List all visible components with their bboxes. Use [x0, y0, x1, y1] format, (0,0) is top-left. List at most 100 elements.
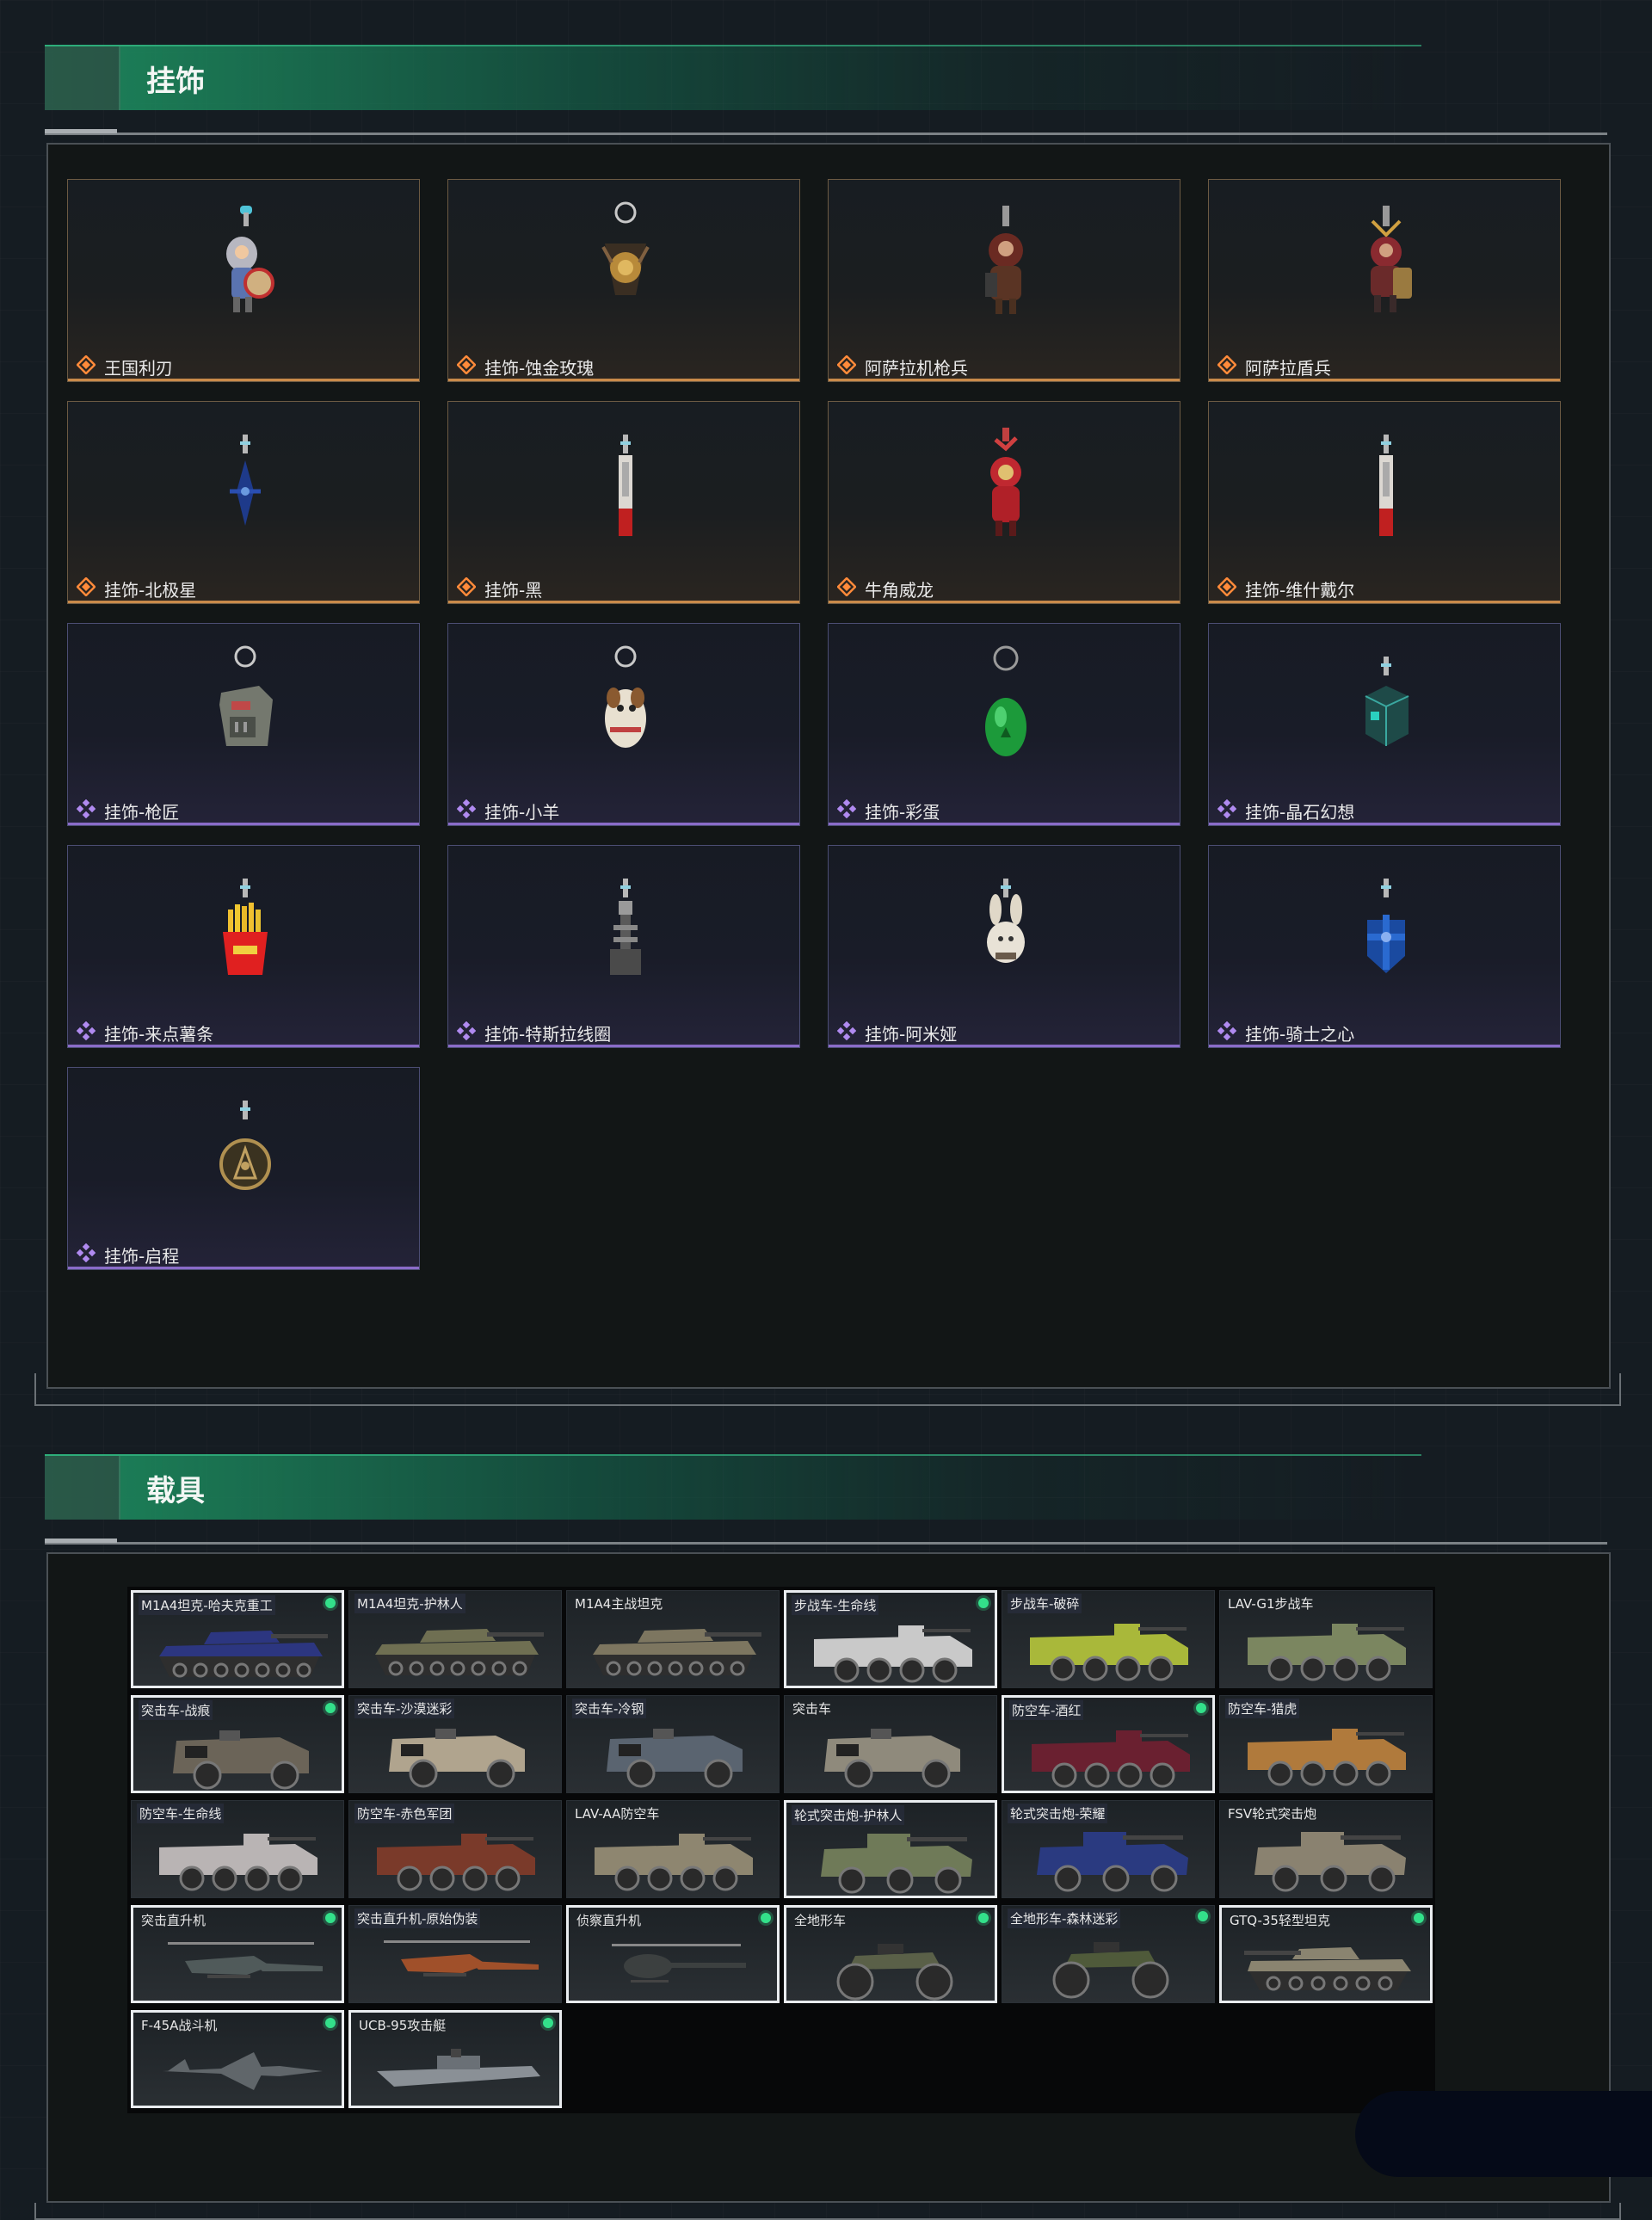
status-dot-icon: [761, 1913, 771, 1923]
vehicle-wheeled-image: [1020, 1825, 1200, 1896]
vehicle-card[interactable]: GTQ-35轻型坦克: [1219, 1905, 1433, 2003]
section-header-tab: [45, 1456, 120, 1520]
rarity-orange-icon: [1217, 577, 1237, 597]
charm-rose-image: [595, 200, 656, 321]
vehicle-card[interactable]: 全地形车-森林迷彩: [1002, 1905, 1215, 2003]
vehicle-card[interactable]: 步战车-破碎: [1002, 1590, 1215, 1688]
vehicle-card[interactable]: LAV-G1步战车: [1219, 1590, 1433, 1688]
charm-name: 挂饰-骑士之心: [1245, 1024, 1355, 1045]
vehicle-card[interactable]: 防空车-猎虎: [1219, 1695, 1433, 1793]
vehicle-card[interactable]: 突击车-沙漠迷彩: [348, 1695, 562, 1793]
status-dot-icon: [325, 1598, 336, 1608]
vehicle-card[interactable]: 全地形车: [784, 1905, 997, 2003]
vehicle-name: 全地形车: [794, 1913, 847, 1928]
vehicle-apc-image: [149, 1825, 330, 1896]
vehicle-card[interactable]: 突击直升机-原始伪装: [348, 1905, 562, 2003]
vehicle-card[interactable]: 突击车-战痕: [131, 1695, 344, 1793]
status-dot-icon: [1414, 1913, 1424, 1923]
charm-blade-image: [1355, 422, 1417, 543]
vehicle-card[interactable]: F-45A战斗机: [131, 2010, 344, 2108]
charm-fries-image: [214, 866, 276, 987]
charm-card[interactable]: 挂饰-晶石幻想: [1208, 623, 1561, 826]
vehicle-apc-image: [367, 1825, 547, 1896]
vehicle-atv-image: [804, 1932, 984, 2001]
charm-card[interactable]: 挂饰-骑士之心: [1208, 845, 1561, 1048]
vehicle-truck-image: [367, 1720, 547, 1791]
charm-card[interactable]: 挂饰-来点薯条: [67, 845, 420, 1048]
rarity-purple-icon: [1217, 799, 1237, 819]
vehicle-tank-image: [151, 1617, 331, 1686]
rarity-orange-icon: [76, 355, 96, 375]
status-dot-icon: [978, 1913, 989, 1923]
charm-card[interactable]: 阿萨拉机枪兵: [828, 179, 1180, 382]
charm-card[interactable]: 挂饰-阿米娅: [828, 845, 1180, 1048]
vehicle-card[interactable]: 轮式突击炮-荣耀: [1002, 1800, 1215, 1898]
vehicle-card[interactable]: 突击车-冷钢: [566, 1695, 780, 1793]
vehicle-card[interactable]: 突击直升机: [131, 1905, 344, 2003]
vehicle-card[interactable]: 防空车-酒红: [1002, 1695, 1215, 1793]
vehicle-apc-image: [584, 1825, 765, 1896]
rarity-orange-icon: [456, 577, 477, 597]
charm-card[interactable]: 挂饰-小羊: [447, 623, 800, 826]
vehicle-apc-image: [1021, 1722, 1202, 1791]
vehicle-name: M1A4主战坦克: [575, 1596, 663, 1612]
vehicle-name: 步战车-生命线: [792, 1595, 879, 1615]
charms-panel-frame: [34, 1373, 1621, 1406]
vehicle-atv-image: [1020, 1930, 1200, 2001]
charm-shield-image: [1355, 200, 1417, 321]
charm-card[interactable]: 挂饰-北极星: [67, 401, 420, 604]
charms-section-header: 挂饰: [45, 45, 1421, 110]
status-dot-icon: [325, 1703, 336, 1713]
vehicle-card[interactable]: M1A4坦克-护林人: [348, 1590, 562, 1688]
charm-card[interactable]: 挂饰-蚀金玫瑰: [447, 179, 800, 382]
charm-card[interactable]: 挂饰-彩蛋: [828, 623, 1180, 826]
vehicle-card[interactable]: 防空车-生命线: [131, 1800, 344, 1898]
vehicle-card[interactable]: 突击车: [784, 1695, 997, 1793]
vehicle-jet-image: [151, 2037, 331, 2106]
vehicle-truck-image: [151, 1722, 331, 1791]
charm-card[interactable]: 挂饰-黑: [447, 401, 800, 604]
vehicle-lighttank-image: [1239, 1932, 1420, 2001]
charm-gunner-image: [975, 200, 1037, 321]
vehicle-card[interactable]: 防空车-赤色军团: [348, 1800, 562, 1898]
vehicle-name: 突击直升机: [141, 1913, 206, 1928]
vehicle-card[interactable]: M1A4坦克-哈夫克重工: [131, 1590, 344, 1688]
vehicle-smallheli-image: [586, 1932, 767, 2001]
rarity-purple-icon: [836, 799, 857, 819]
charm-name: 挂饰-启程: [104, 1246, 180, 1267]
vehicle-card[interactable]: 轮式突击炮-护林人: [784, 1800, 997, 1898]
charm-card[interactable]: 挂饰-特斯拉线圈: [447, 845, 800, 1048]
charm-coil-image: [595, 866, 656, 987]
vehicle-card[interactable]: LAV-AA防空车: [566, 1800, 780, 1898]
charm-cube-image: [1355, 644, 1417, 765]
vehicle-card[interactable]: UCB-95攻击艇: [348, 2010, 562, 2108]
vehicle-name: FSV轮式突击炮: [1228, 1806, 1317, 1822]
vehicle-card[interactable]: M1A4主战坦克: [566, 1590, 780, 1688]
vehicle-name: M1A4坦克-哈夫克重工: [139, 1595, 275, 1615]
rarity-orange-icon: [76, 577, 96, 597]
vehicle-name: F-45A战斗机: [141, 2018, 218, 2033]
rarity-purple-icon: [456, 799, 477, 819]
charm-dragon-image: [975, 422, 1037, 543]
charm-card[interactable]: 挂饰-维什戴尔: [1208, 401, 1561, 604]
vehicle-name: 步战车-破碎: [1008, 1594, 1082, 1613]
charm-card[interactable]: 挂饰-枪匠: [67, 623, 420, 826]
floating-overlay: [1355, 2091, 1652, 2177]
vehicle-apc-image: [1237, 1720, 1418, 1791]
vehicle-name: UCB-95攻击艇: [359, 2018, 447, 2033]
vehicle-name: 突击车-沙漠迷彩: [354, 1699, 455, 1718]
vehicle-name: 轮式突击炮-护林人: [792, 1805, 905, 1825]
charm-card[interactable]: 挂饰-启程: [67, 1067, 420, 1270]
charm-blade-image: [595, 422, 656, 543]
charm-name: 挂饰-蚀金玫瑰: [484, 358, 595, 379]
charm-name: 挂饰-枪匠: [104, 802, 180, 823]
vehicle-card[interactable]: FSV轮式突击炮: [1219, 1800, 1433, 1898]
charm-cross-image: [1355, 866, 1417, 987]
vehicle-card[interactable]: 步战车-生命线: [784, 1590, 997, 1688]
charm-card[interactable]: 牛角威龙: [828, 401, 1180, 604]
vehicle-card[interactable]: 侦察直升机: [566, 1905, 780, 2003]
charm-card[interactable]: 王国利刃: [67, 179, 420, 382]
charm-box-image: [214, 644, 276, 765]
charm-card[interactable]: 阿萨拉盾兵: [1208, 179, 1561, 382]
vehicle-name: 突击车-战痕: [139, 1700, 213, 1720]
